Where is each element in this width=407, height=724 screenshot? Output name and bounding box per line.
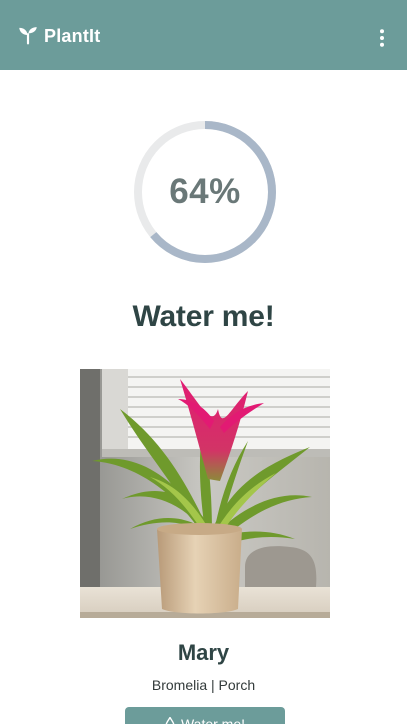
brand[interactable]: PlantIt <box>18 24 100 47</box>
overflow-menu-button[interactable] <box>369 23 395 53</box>
plant-species-location: Bromelia | Porch <box>151 677 256 693</box>
more-vertical-icon <box>380 29 384 47</box>
plant-name: Mary <box>177 640 230 665</box>
watering-progress-ring: 64% <box>131 118 279 266</box>
water-button-label: Water me! <box>180 716 246 724</box>
status-title: Water me! <box>132 300 275 333</box>
progress-percent: 64% <box>169 172 241 211</box>
water-button[interactable]: Water me! <box>125 707 285 724</box>
app-title: PlantIt <box>44 25 101 46</box>
sprout-icon <box>19 27 37 45</box>
app-screen: PlantIt 64% Water me! Mary Bromelia | Po… <box>0 0 407 724</box>
top-app-bar: PlantIt <box>0 0 407 70</box>
water-drop-icon <box>165 717 175 724</box>
plant-photo <box>80 369 330 618</box>
